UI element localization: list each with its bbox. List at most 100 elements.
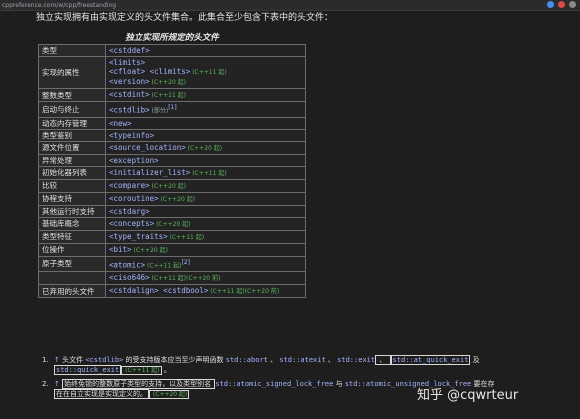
row-category: 其他运行时支持 [38,204,106,218]
version-mark: (C++20 起) [158,195,196,203]
footnote-ref-link[interactable]: [1] [168,104,177,111]
header-line: <cstdlib> (部分)[1] [109,103,302,116]
footnote-text: 、 [267,356,280,364]
table-row: 类型 <cstddef> [38,44,306,57]
header-link[interactable]: <cstdlib> [109,106,150,115]
header-link[interactable]: <ciso646> [109,273,150,282]
back-arrow-icon[interactable]: ↑ [54,380,60,388]
row-headers: <type_traits> (C++11 起) [105,229,306,244]
row-category: 异常处理 [38,153,106,167]
table-row: <ciso646> (C++11 起)(C++20 前) [38,271,306,285]
header-link[interactable]: <atomic> [109,260,145,269]
header-line: <coroutine> (C++20 起) [109,194,302,204]
table-row: 其他运行时支持 <cstdarg> [38,204,306,218]
version-mark: (C++20 起) [149,182,187,190]
table-row: 初始化器列表 <initializer_list> (C++11 起) [38,165,306,180]
row-category: 类型鉴别 [38,128,106,142]
row-headers: <atomic> (C++11 起)[2] [105,255,306,272]
header-link[interactable]: <limits> [109,58,145,67]
header-line: <initializer_list> (C++11 起) [109,168,302,178]
header-link[interactable]: <source_location> [109,143,186,152]
footnote-text: (C++11 起) [121,366,162,375]
header-link[interactable]: <cfloat> <climits> [109,67,190,76]
header-link[interactable]: <new> [109,119,132,128]
version-mark: (C++11 起) [190,169,227,177]
code-link[interactable]: <cstdlib> [85,356,123,364]
row-category: 启动与终止 [38,101,106,118]
row-headers: <new> [105,116,306,130]
footnote-text: 、 [375,355,391,365]
header-link[interactable]: <bit> [109,245,132,254]
footnote-text: 、 [325,356,338,364]
extension-icon[interactable] [558,1,565,8]
row-category: 类型 [38,44,106,57]
header-link[interactable]: <version> [109,77,150,86]
intro-paragraph: 独立实现拥有由实现定义的头文件集合。此集合至少包含下表中的头文件： [36,13,334,23]
code-link[interactable]: std::atexit [279,356,325,364]
version-mark: (C++11 起)(C++20 前) [149,275,221,282]
row-category: 已弃用的头文件 [38,284,106,298]
row-category: 动态内存管理 [38,116,106,130]
footnote-text: (C++20 起) [149,390,190,399]
header-link[interactable]: <compare> [109,181,150,190]
address-bar[interactable]: cppreference.com/w/cpp/freestanding [2,2,116,9]
zhihu-watermark: 知乎 @cqwrteur [417,388,519,403]
row-headers: <cstdarg> [105,204,306,218]
row-headers: <compare> (C++20 起) [105,178,306,193]
header-link[interactable]: <cstddef> [109,46,150,55]
extension-icon[interactable] [547,1,554,8]
code-link[interactable]: std::abort [226,356,268,364]
version-mark: (C++20 起) [185,144,223,152]
table-row: 比较 <compare> (C++20 起) [38,178,306,193]
header-link[interactable]: <coroutine> [109,194,159,203]
table-row: 整数类型 <cstdint> (C++11 起) [38,88,306,102]
header-line: <cstdarg> [109,207,302,216]
header-line: <new> [109,119,302,128]
header-line: <typeinfo> [109,131,302,140]
table-caption: 独立实现所规定的头文件 [125,33,219,43]
header-link[interactable]: <type_traits> [109,232,168,241]
code-link[interactable]: std::atomic_signed_lock_free [215,380,333,388]
version-mark: (C++20 起) [149,79,187,86]
header-line: <ciso646> (C++11 起)(C++20 前) [109,273,302,283]
header-link[interactable]: <typeinfo> [109,131,154,140]
table-row: 位操作 <bit> (C++20 起) [38,242,306,257]
row-category: 基础库概念 [38,216,106,231]
table-row: 协程支持 <coroutine> (C++20 起) [38,191,306,206]
code-link[interactable]: std::exit [337,356,375,364]
row-headers: <bit> (C++20 起) [105,242,306,257]
code-link[interactable]: std::at_quick_exit [390,355,471,365]
row-headers: <typeinfo> [105,128,306,142]
header-line: <type_traits> (C++11 起) [109,232,302,242]
version-mark: (C++11 起)(C++20 前) [208,288,280,295]
row-category: 比较 [38,178,106,193]
header-link[interactable]: <cstdalign> <cstdbool> [109,286,208,295]
row-headers: <coroutine> (C++20 起) [105,191,306,206]
header-link[interactable]: <exception> [109,156,159,165]
header-line: <atomic> (C++11 起)[2] [109,258,302,271]
header-line: <concepts> (C++20 起) [109,219,302,229]
row-headers: <initializer_list> (C++11 起) [105,165,306,180]
row-headers: <cstddef> [105,44,306,57]
freestanding-headers-table: 类型 <cstddef> 实现的属性 <limits> <cfloat> <climit… [38,44,306,298]
table-row: 实现的属性 <limits> <cfloat> <climits> (C++11 起… [38,56,306,89]
footnote-ref-link[interactable]: [2] [182,259,191,266]
header-link[interactable]: <concepts> [109,219,154,228]
row-headers: <limits> <cfloat> <climits> (C++11 起) <ver… [105,56,306,89]
header-link[interactable]: <cstdarg> [109,207,150,216]
table-row: 基础库概念 <concepts> (C++20 起) [38,216,306,231]
profile-icon[interactable] [569,1,576,8]
header-line: <exception> [109,156,302,165]
code-link[interactable]: std::quick_exit [54,365,122,375]
back-arrow-icon[interactable]: ↑ [54,356,60,364]
row-headers: <cstdint> (C++11 起) [105,88,306,102]
table-row: 动态内存管理 <new> [38,116,306,130]
table-row: 类型鉴别 <typeinfo> [38,128,306,142]
row-headers: <ciso646> (C++11 起)(C++20 前) [105,271,306,285]
header-link[interactable]: <initializer_list> [109,168,190,177]
header-line: <bit> (C++20 起) [109,245,302,255]
footnote-number: 1. [42,356,49,364]
header-link[interactable]: <cstdint> [109,90,150,99]
header-line: <version> (C++20 起) [109,77,302,87]
footnote-number: 2. [42,380,49,388]
